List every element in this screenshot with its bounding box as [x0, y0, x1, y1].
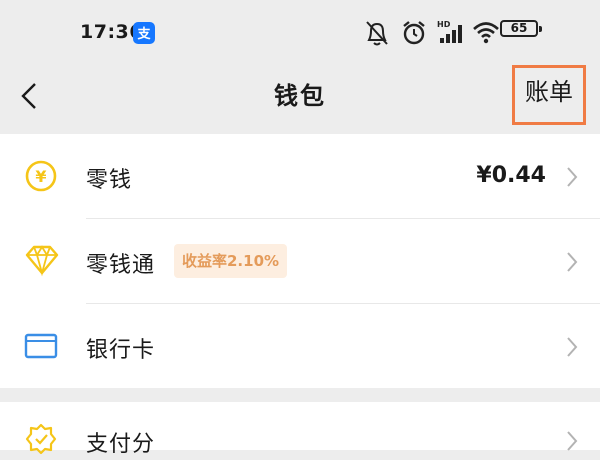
chevron-right-icon — [566, 251, 578, 277]
row-label: 支付分 — [86, 432, 156, 457]
hd-badge: HD — [437, 20, 451, 29]
credit-list: 支付分 — [0, 402, 600, 457]
battery-tip — [539, 26, 542, 32]
alipay-icon: 支 — [133, 22, 155, 44]
signal-icon: HD — [436, 18, 466, 52]
list-item-lingqiantong[interactable]: 零钱通 收益率2.10% — [0, 219, 600, 304]
list-item-change[interactable]: ¥ 零钱 ¥0.44 — [0, 134, 600, 219]
alarm-icon — [400, 18, 428, 52]
list-item-pay-score[interactable]: 支付分 — [0, 402, 600, 457]
bell-off-icon — [364, 18, 390, 52]
bank-card-icon — [24, 332, 58, 364]
balance-value: ¥0.44 — [476, 163, 546, 188]
row-label: 银行卡 — [86, 338, 156, 363]
yuan-coin-icon: ¥ — [24, 159, 58, 197]
list-item-bank-card[interactable]: 银行卡 — [0, 304, 600, 389]
wifi-icon — [472, 18, 500, 52]
row-label: 零钱 — [86, 168, 133, 193]
page-title: 钱包 — [274, 82, 326, 110]
battery-level: 65 — [500, 20, 538, 37]
nav-bar: 钱包 账单 — [0, 60, 600, 134]
wallet-list: ¥ 零钱 ¥0.44 零钱通 收益率2.10% 银行卡 — [0, 134, 600, 388]
chevron-right-icon — [566, 336, 578, 362]
svg-text:支: 支 — [136, 26, 151, 42]
pay-score-icon — [24, 422, 58, 460]
chevron-right-icon — [566, 166, 578, 192]
bill-button[interactable]: 账单 — [512, 65, 586, 125]
diamond-icon — [24, 243, 60, 281]
yield-rate-badge: 收益率2.10% — [174, 244, 288, 278]
svg-text:¥: ¥ — [35, 167, 46, 186]
chevron-right-icon — [566, 430, 578, 456]
status-bar: 17:36 支 HD 65 — [0, 0, 600, 60]
row-label: 零钱通 — [86, 253, 156, 278]
